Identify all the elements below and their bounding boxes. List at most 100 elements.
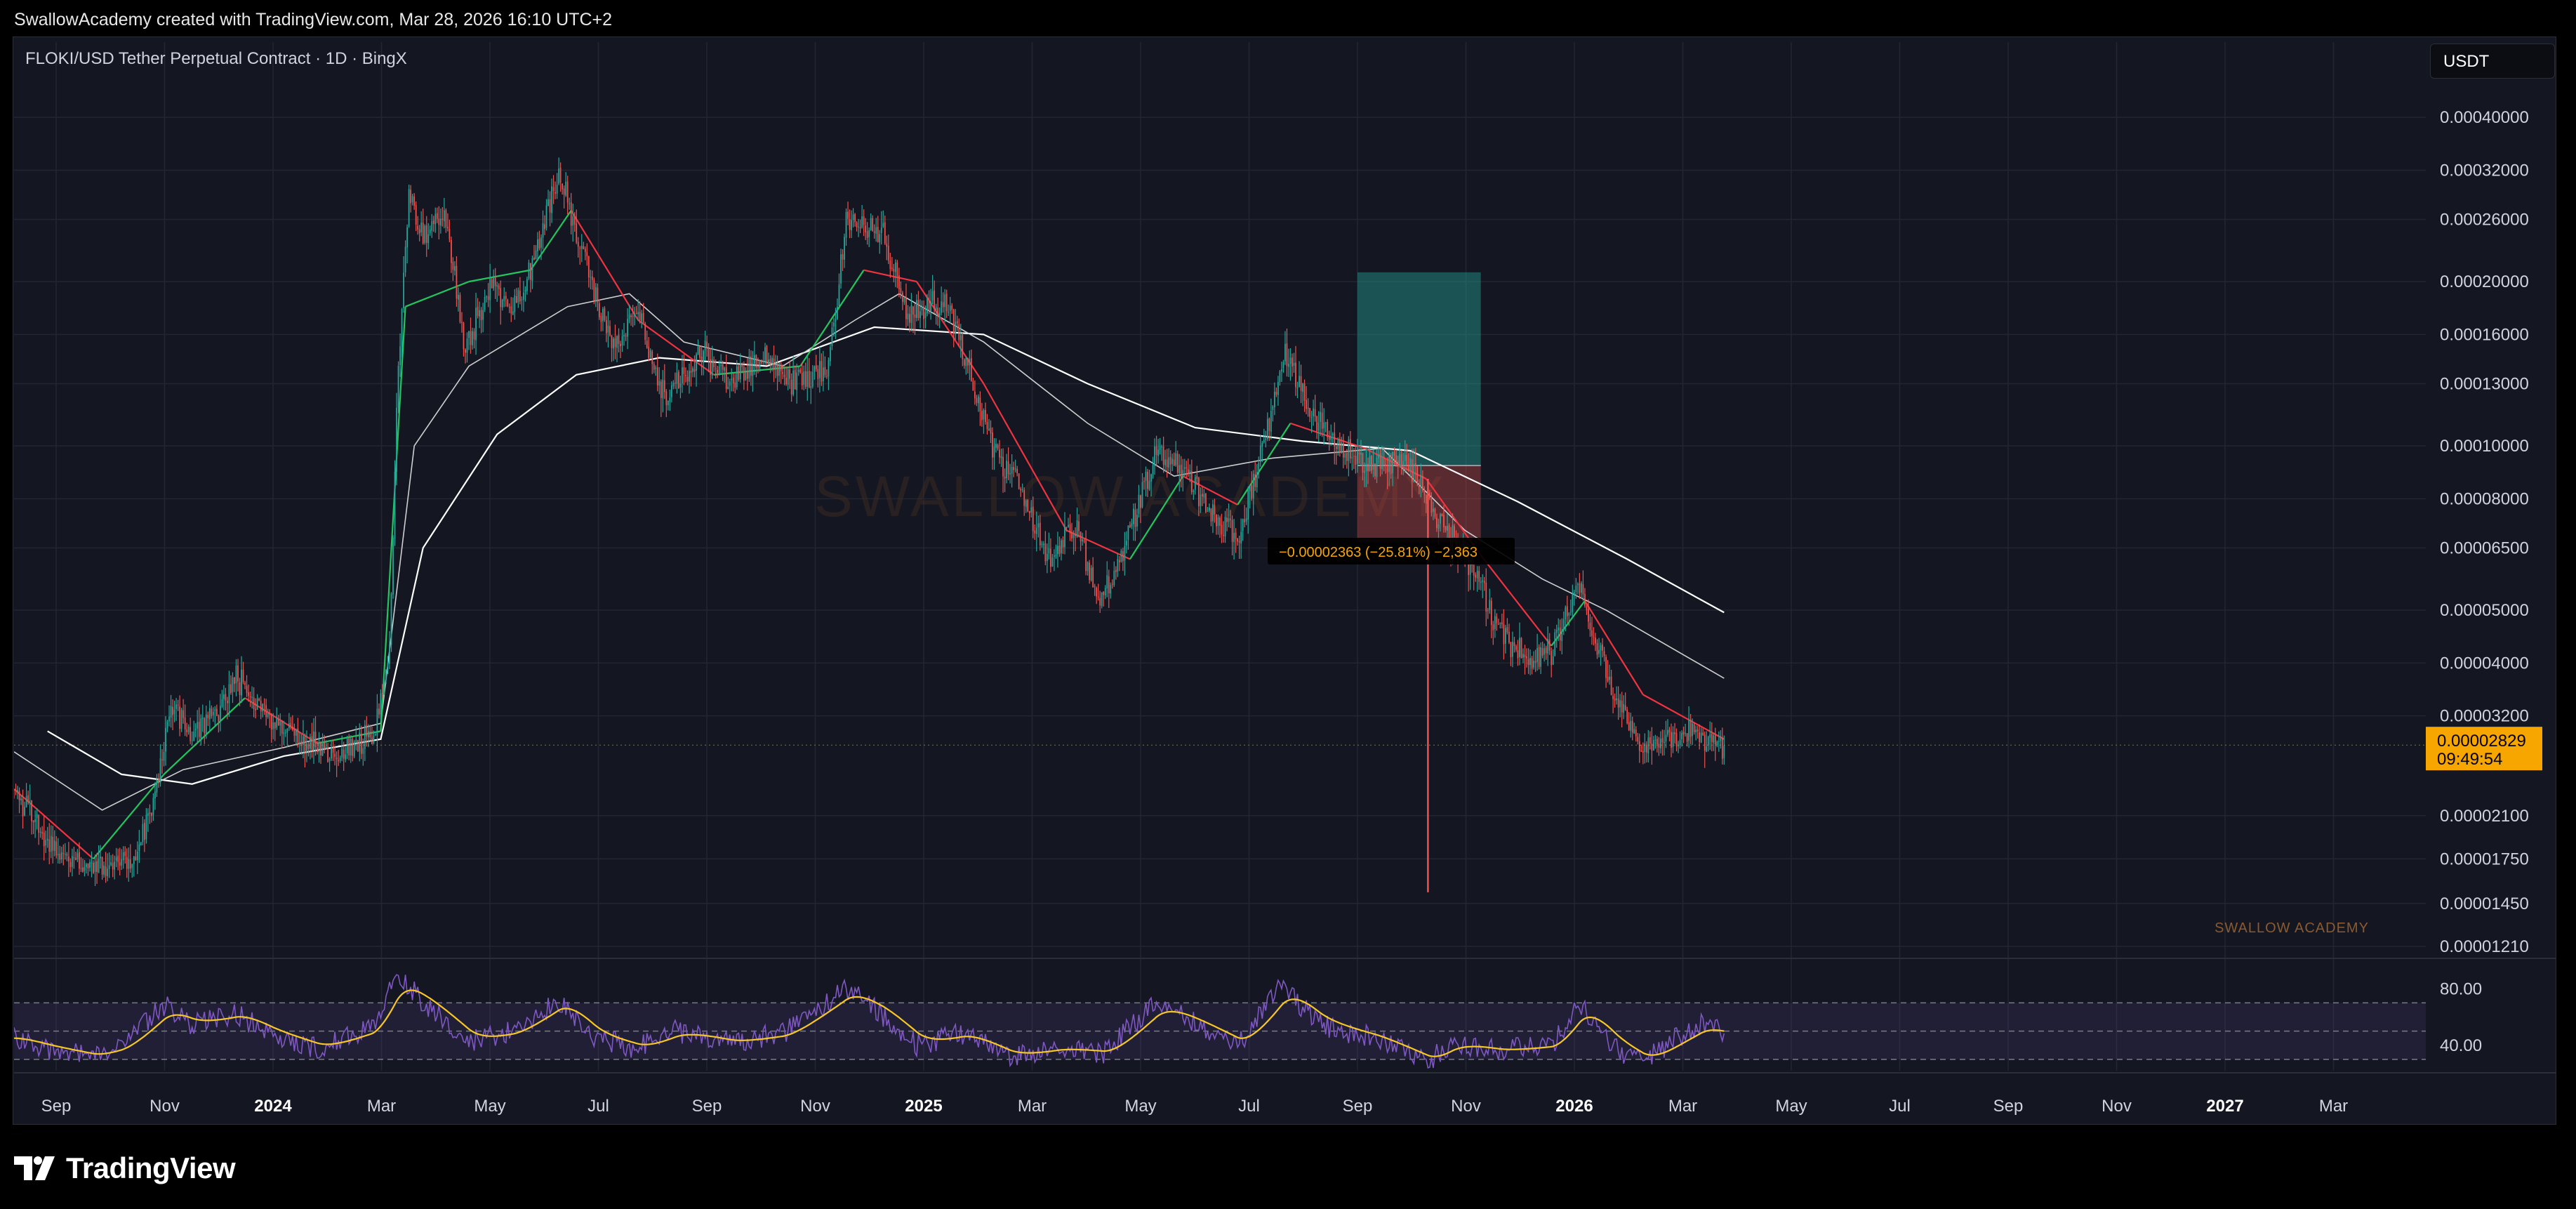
candle-body: [1193, 490, 1195, 492]
candle-body: [1323, 422, 1325, 429]
candle-body: [1254, 474, 1256, 487]
candle-body: [634, 314, 635, 317]
candle-body: [609, 326, 611, 336]
long-position-tool[interactable]: [1357, 272, 1481, 543]
candle-body: [637, 312, 639, 315]
candle-body: [394, 471, 396, 539]
candle-body: [963, 359, 965, 366]
candle-body: [988, 428, 990, 430]
candle-body: [1034, 530, 1036, 534]
price-chart[interactable]: SWALLOW ACADEMY −0.00002363 (−25.81%) −2…: [0, 0, 2576, 1209]
candle-body: [720, 364, 722, 366]
candle-body: [378, 708, 380, 715]
candle-body: [1392, 451, 1394, 474]
candle-body: [1572, 594, 1574, 612]
candle-body: [1524, 654, 1526, 658]
candle-body: [24, 807, 25, 816]
candle-body: [491, 279, 493, 289]
candle-body: [313, 731, 314, 751]
candle-body: [1522, 654, 1524, 658]
candle-body: [942, 302, 944, 308]
candle-body: [1545, 647, 1547, 654]
candle-body: [1171, 458, 1174, 465]
candle-body: [1176, 454, 1179, 473]
candle-body: [1138, 494, 1140, 514]
candle-body: [519, 291, 521, 302]
candle-body: [1062, 540, 1064, 548]
currency-button[interactable]: USDT: [2430, 44, 2555, 79]
price-axis[interactable]: 0.00040000 0.00032000 0.00026000 0.00020000…: [2440, 108, 2529, 956]
candle-body: [1247, 490, 1249, 520]
candle-body: [34, 819, 36, 822]
candle-body: [914, 314, 916, 318]
candle-body: [1002, 456, 1004, 477]
candle-body: [1273, 391, 1275, 408]
candle-body: [1685, 733, 1686, 734]
candle-body: [1182, 470, 1184, 477]
candle-body: [1027, 499, 1029, 512]
candle-body: [1152, 465, 1154, 475]
candle-body: [748, 356, 750, 378]
candle-body: [1716, 741, 1718, 746]
time-tick-label: Jul: [1889, 1097, 1911, 1116]
candle-body: [611, 335, 613, 348]
ma-fast-segment: [916, 281, 985, 385]
candle-body: [1334, 432, 1336, 447]
candle-body: [1263, 440, 1265, 443]
candle-body: [739, 363, 741, 380]
candle-body: [1501, 622, 1503, 625]
candle-body: [14, 789, 15, 791]
candle-body: [706, 341, 708, 349]
candle-body: [985, 409, 986, 422]
candle-body: [136, 851, 138, 861]
candle-body: [1075, 534, 1076, 536]
tradingview-logo[interactable]: TradingView: [14, 1151, 236, 1185]
rsi-pane[interactable]: 80.00 40.00: [14, 974, 2482, 1069]
candle-body: [1303, 383, 1306, 401]
candle-body: [256, 698, 258, 710]
candle-body: [887, 246, 889, 261]
candle-body: [1573, 592, 1575, 595]
candle-body: [204, 718, 206, 734]
candle-body: [1517, 650, 1519, 659]
candle-body: [697, 346, 699, 355]
candle-body: [119, 862, 121, 866]
candle-body: [1568, 613, 1570, 616]
candle-body: [981, 411, 983, 421]
candle-body: [1131, 523, 1133, 527]
candle-body: [1068, 524, 1069, 527]
candle-body: [1633, 729, 1635, 734]
candle-body: [1249, 484, 1251, 491]
candle-body: [912, 306, 914, 315]
candle-body: [375, 734, 376, 736]
candle-body: [227, 701, 228, 703]
candle-body: [921, 307, 923, 310]
candle-body: [754, 355, 755, 364]
candle-body: [1626, 709, 1628, 724]
candle-body: [1379, 453, 1381, 469]
candle-body: [1492, 624, 1494, 630]
candle-body: [445, 210, 447, 227]
candle-body: [1101, 592, 1103, 607]
candle-body: [434, 213, 437, 225]
candle-body: [1281, 369, 1282, 372]
ma-fast-segment: [380, 306, 406, 732]
candle-body: [1447, 526, 1448, 531]
candle-body: [1651, 743, 1653, 751]
time-axis[interactable]: Sep Nov 2024 Mar May Jul Sep Nov 2025 Mar May Jul Se…: [41, 1097, 2349, 1116]
candle-body: [710, 359, 711, 375]
candle-body: [1682, 732, 1685, 735]
candle-body: [630, 315, 632, 317]
candle-body: [1565, 607, 1567, 619]
candle-body: [983, 410, 985, 420]
candle-body: [690, 371, 692, 373]
symbol-title[interactable]: FLOKI/USD Tether Perpetual Contract · 1D…: [25, 49, 407, 69]
candle-body: [1635, 729, 1637, 736]
candle-body: [1007, 461, 1009, 475]
candle-body: [736, 366, 738, 388]
candle-body: [997, 444, 999, 449]
candle-body: [1212, 504, 1214, 522]
candle-body: [1214, 505, 1216, 515]
candle-body: [945, 293, 948, 312]
candle-body: [616, 336, 618, 348]
